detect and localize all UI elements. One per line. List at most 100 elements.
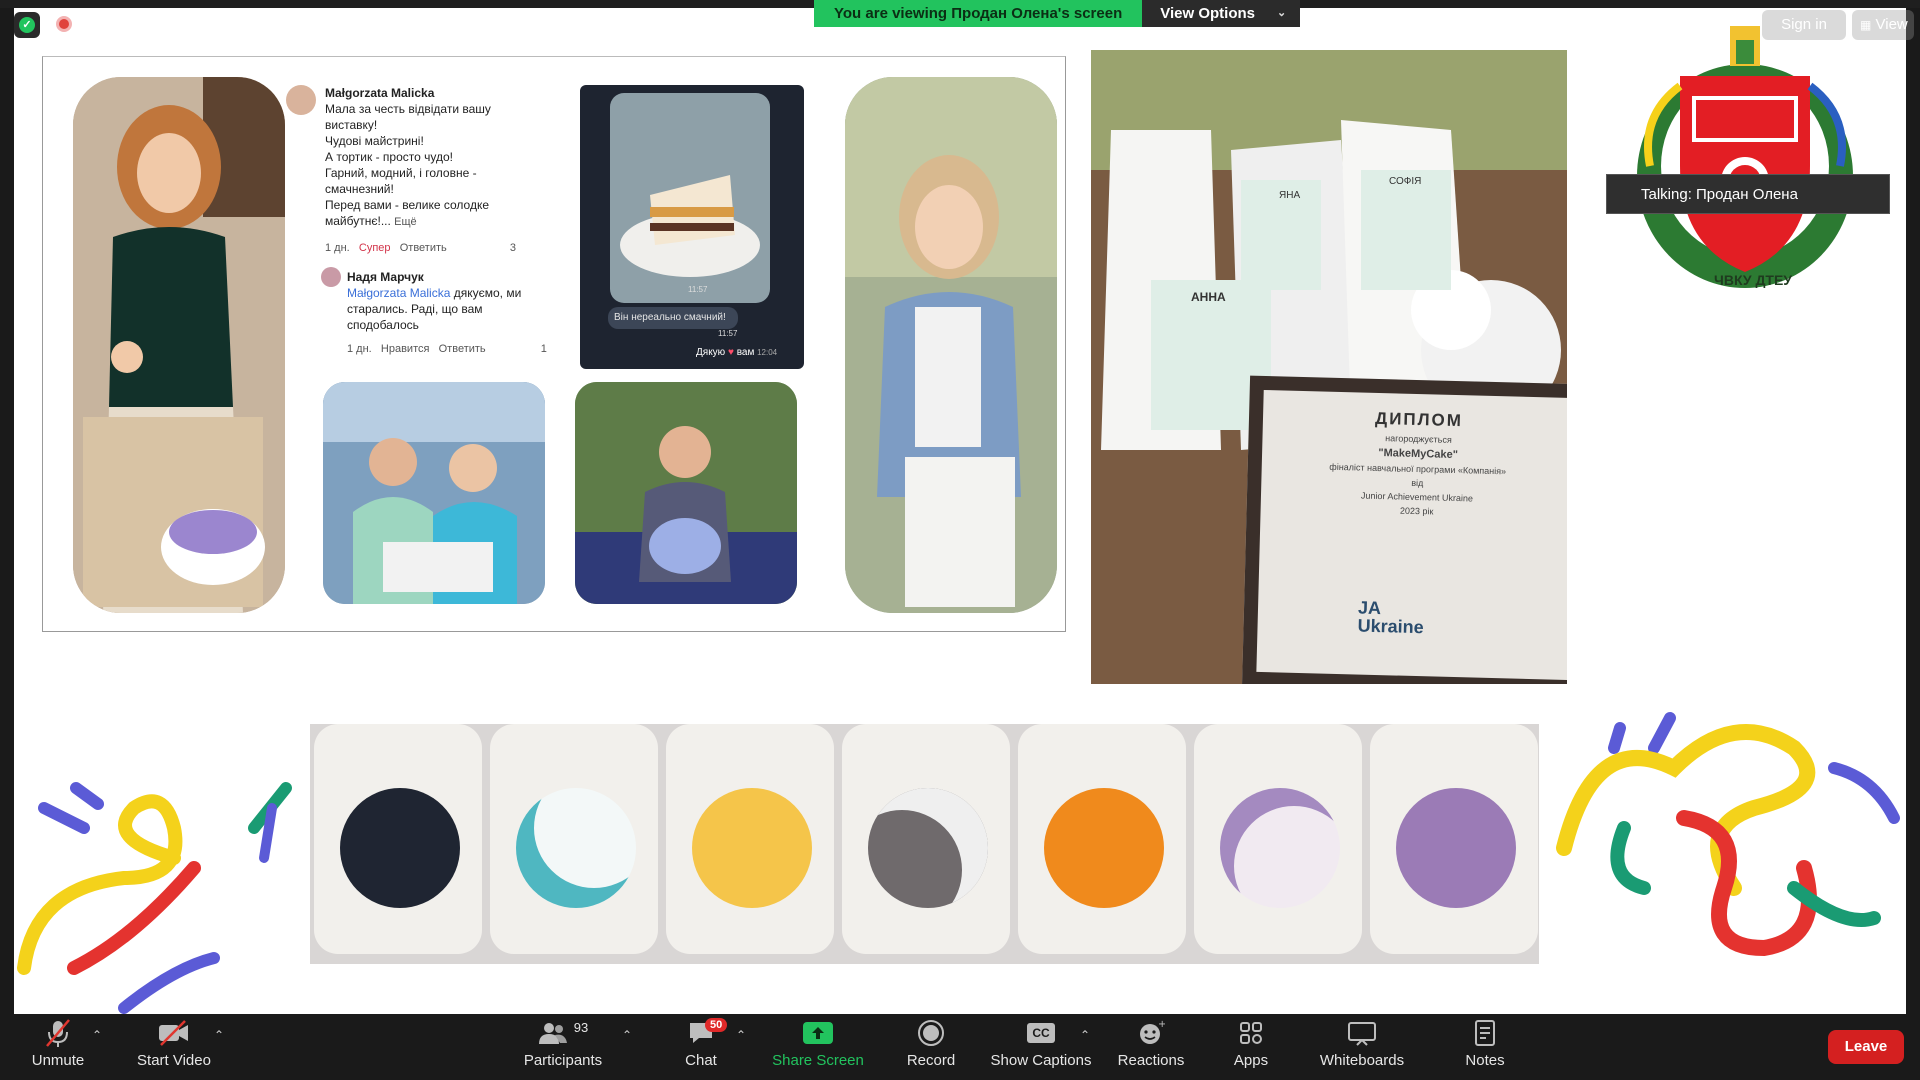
unmute-button[interactable]: Unmute <box>24 1014 92 1080</box>
share-screen-icon <box>802 1014 834 1052</box>
whiteboard-icon <box>1347 1014 1377 1052</box>
chevron-up-icon[interactable]: ⌃ <box>214 1028 224 1042</box>
comment-2: Надя Марчук Małgorzata Malicka дякуємо, … <box>347 269 577 357</box>
comment-1-reply: Ответить <box>399 242 447 254</box>
cake <box>516 788 636 908</box>
whiteboards-label: Whiteboards <box>1319 1052 1405 1069</box>
captions-icon: CC <box>1027 1014 1055 1052</box>
comment-1-line: майбутнє!... <box>325 214 391 228</box>
reactions-button[interactable]: + Reactions <box>1116 1014 1186 1080</box>
chat-label: Chat <box>685 1052 717 1069</box>
chevron-up-icon[interactable]: ⌃ <box>1080 1028 1090 1042</box>
comment-2-line: дякуємо, ми <box>453 286 522 300</box>
comment-1-line: А тортик - просто чудо! <box>325 150 453 164</box>
emblem-text: ЧВКУ ДТЕУ <box>1714 272 1793 288</box>
cake <box>692 788 812 908</box>
show-captions-button[interactable]: CC Show Captions <box>990 1014 1092 1080</box>
bag-tag: АННА <box>1191 290 1226 304</box>
comment-1-line: смачнезний! <box>325 182 394 196</box>
leave-button[interactable]: Leave <box>1828 1030 1904 1064</box>
whiteboards-button[interactable]: Whiteboards <box>1312 1014 1412 1080</box>
view-button[interactable]: ▦ View <box>1852 10 1914 40</box>
bag-tag: СОФІЯ <box>1389 176 1422 187</box>
comment-2-reaction: Нравится <box>380 343 430 355</box>
comment-1-count: 3 <box>509 242 516 254</box>
comment-1-time: 1 дн. <box>325 242 350 254</box>
cake-box <box>1018 724 1186 954</box>
decor-right <box>1556 712 1900 957</box>
svg-text:+: + <box>1158 1019 1165 1030</box>
comment-1: Małgorzata Malicka Мала за честь відвіда… <box>325 85 565 256</box>
comment-1-meta: 1 дн. Супер Ответить 3 <box>325 240 565 256</box>
start-video-button[interactable]: Start Video <box>134 1014 214 1080</box>
security-shield-icon[interactable]: ✓ <box>14 12 40 38</box>
chat-time: 11:57 <box>688 285 708 294</box>
sign-in-label: Sign in <box>1781 16 1827 33</box>
share-screen-button[interactable]: Share Screen <box>772 1014 864 1080</box>
chat-button[interactable]: 50 Chat <box>678 1014 728 1080</box>
meeting-toolbar: Unmute ⌃ Start Video ⌃ 93 Participants ⌃ <box>0 1014 1920 1080</box>
chevron-up-icon[interactable]: ⌃ <box>92 1028 102 1042</box>
recording-indicator-icon[interactable] <box>56 16 72 32</box>
view-options-label: View Options <box>1160 5 1255 22</box>
comment-1-more: Ещё <box>394 216 417 228</box>
microphone-muted-icon <box>45 1014 71 1052</box>
participants-icon: 93 <box>538 1014 588 1052</box>
record-label: Record <box>906 1052 956 1069</box>
reactions-label: Reactions <box>1117 1052 1185 1069</box>
comment-2-line: сподобалось <box>347 318 419 332</box>
notes-button[interactable]: Notes <box>1460 1014 1510 1080</box>
view-options-button[interactable]: View Options ⌄ <box>1142 0 1301 27</box>
comment-2-line: старались. Раді, що вам <box>347 302 483 316</box>
comment-2-time: 1 дн. <box>347 343 372 355</box>
sign-in-button[interactable]: Sign in <box>1762 10 1846 40</box>
photo-diploma-and-bags: ЯНА СОФІЯ АННА ДИПЛОМ нагороджується "Ma… <box>1091 50 1567 684</box>
photo-girl-denim <box>845 77 1057 613</box>
viewing-banner-text: You are viewing Продан Олена's screen <box>814 0 1143 27</box>
chevron-up-icon[interactable]: ⌃ <box>736 1028 746 1042</box>
chat-reply-text-2: вам <box>736 347 755 358</box>
chat-time: 11:57 <box>718 329 738 338</box>
participants-label: Participants <box>523 1052 603 1069</box>
avatar <box>321 267 341 287</box>
participants-count: 93 <box>573 1019 589 1035</box>
show-captions-label: Show Captions <box>990 1052 1092 1069</box>
cake-box <box>842 724 1010 954</box>
diploma-title: ДИПЛОМ <box>1374 408 1464 431</box>
bag-tag: ЯНА <box>1279 190 1301 201</box>
photo-woman-with-cake <box>73 77 285 613</box>
ja-logo-line: Ukraine <box>1357 615 1424 638</box>
chat-reply: Дякую ♥ вам 12:04 <box>696 347 777 358</box>
participants-button[interactable]: 93 Participants <box>522 1014 604 1080</box>
chat-reply-text: Дякую <box>696 347 726 358</box>
comment-2-meta: 1 дн. Нравится Ответить 1 <box>347 341 577 357</box>
notes-label: Notes <box>1465 1052 1505 1069</box>
photo-two-women <box>323 382 545 604</box>
chevron-up-icon[interactable]: ⌃ <box>622 1028 632 1042</box>
grid-icon: ▦ <box>1860 18 1872 32</box>
photo-bento-cakes <box>310 724 1539 964</box>
comment-1-line: Гарний, модний, і головне - <box>325 166 477 180</box>
comment-2-author: Надя Марчук <box>347 270 424 284</box>
start-video-label: Start Video <box>137 1052 211 1069</box>
cake-box <box>490 724 658 954</box>
reactions-icon: + <box>1137 1014 1165 1052</box>
comment-2-count: 1 <box>540 343 547 355</box>
captions-cc: CC <box>1027 1023 1055 1043</box>
comment-1-author: Małgorzata Malicka <box>325 86 435 100</box>
chat-time: 12:04 <box>757 348 778 357</box>
record-icon <box>917 1014 945 1052</box>
talking-tooltip: Talking: Продан Олена <box>1606 174 1890 214</box>
comment-1-line: Мала за честь відвідати вашу <box>325 102 491 116</box>
chevron-down-icon: ⌄ <box>1277 7 1287 19</box>
cake-box <box>1194 724 1362 954</box>
apps-button[interactable]: Apps <box>1228 1014 1274 1080</box>
comment-1-reaction: Супер <box>358 242 391 254</box>
record-button[interactable]: Record <box>904 1014 958 1080</box>
cake <box>340 788 460 908</box>
photo-chat-screenshot: Він нереально смачний! 11:57 11:57 Дякую… <box>580 85 804 369</box>
unmute-label: Unmute <box>31 1052 85 1069</box>
comment-1-line: виставку! <box>325 118 378 132</box>
apps-label: Apps <box>1233 1052 1269 1069</box>
avatar <box>286 85 316 115</box>
